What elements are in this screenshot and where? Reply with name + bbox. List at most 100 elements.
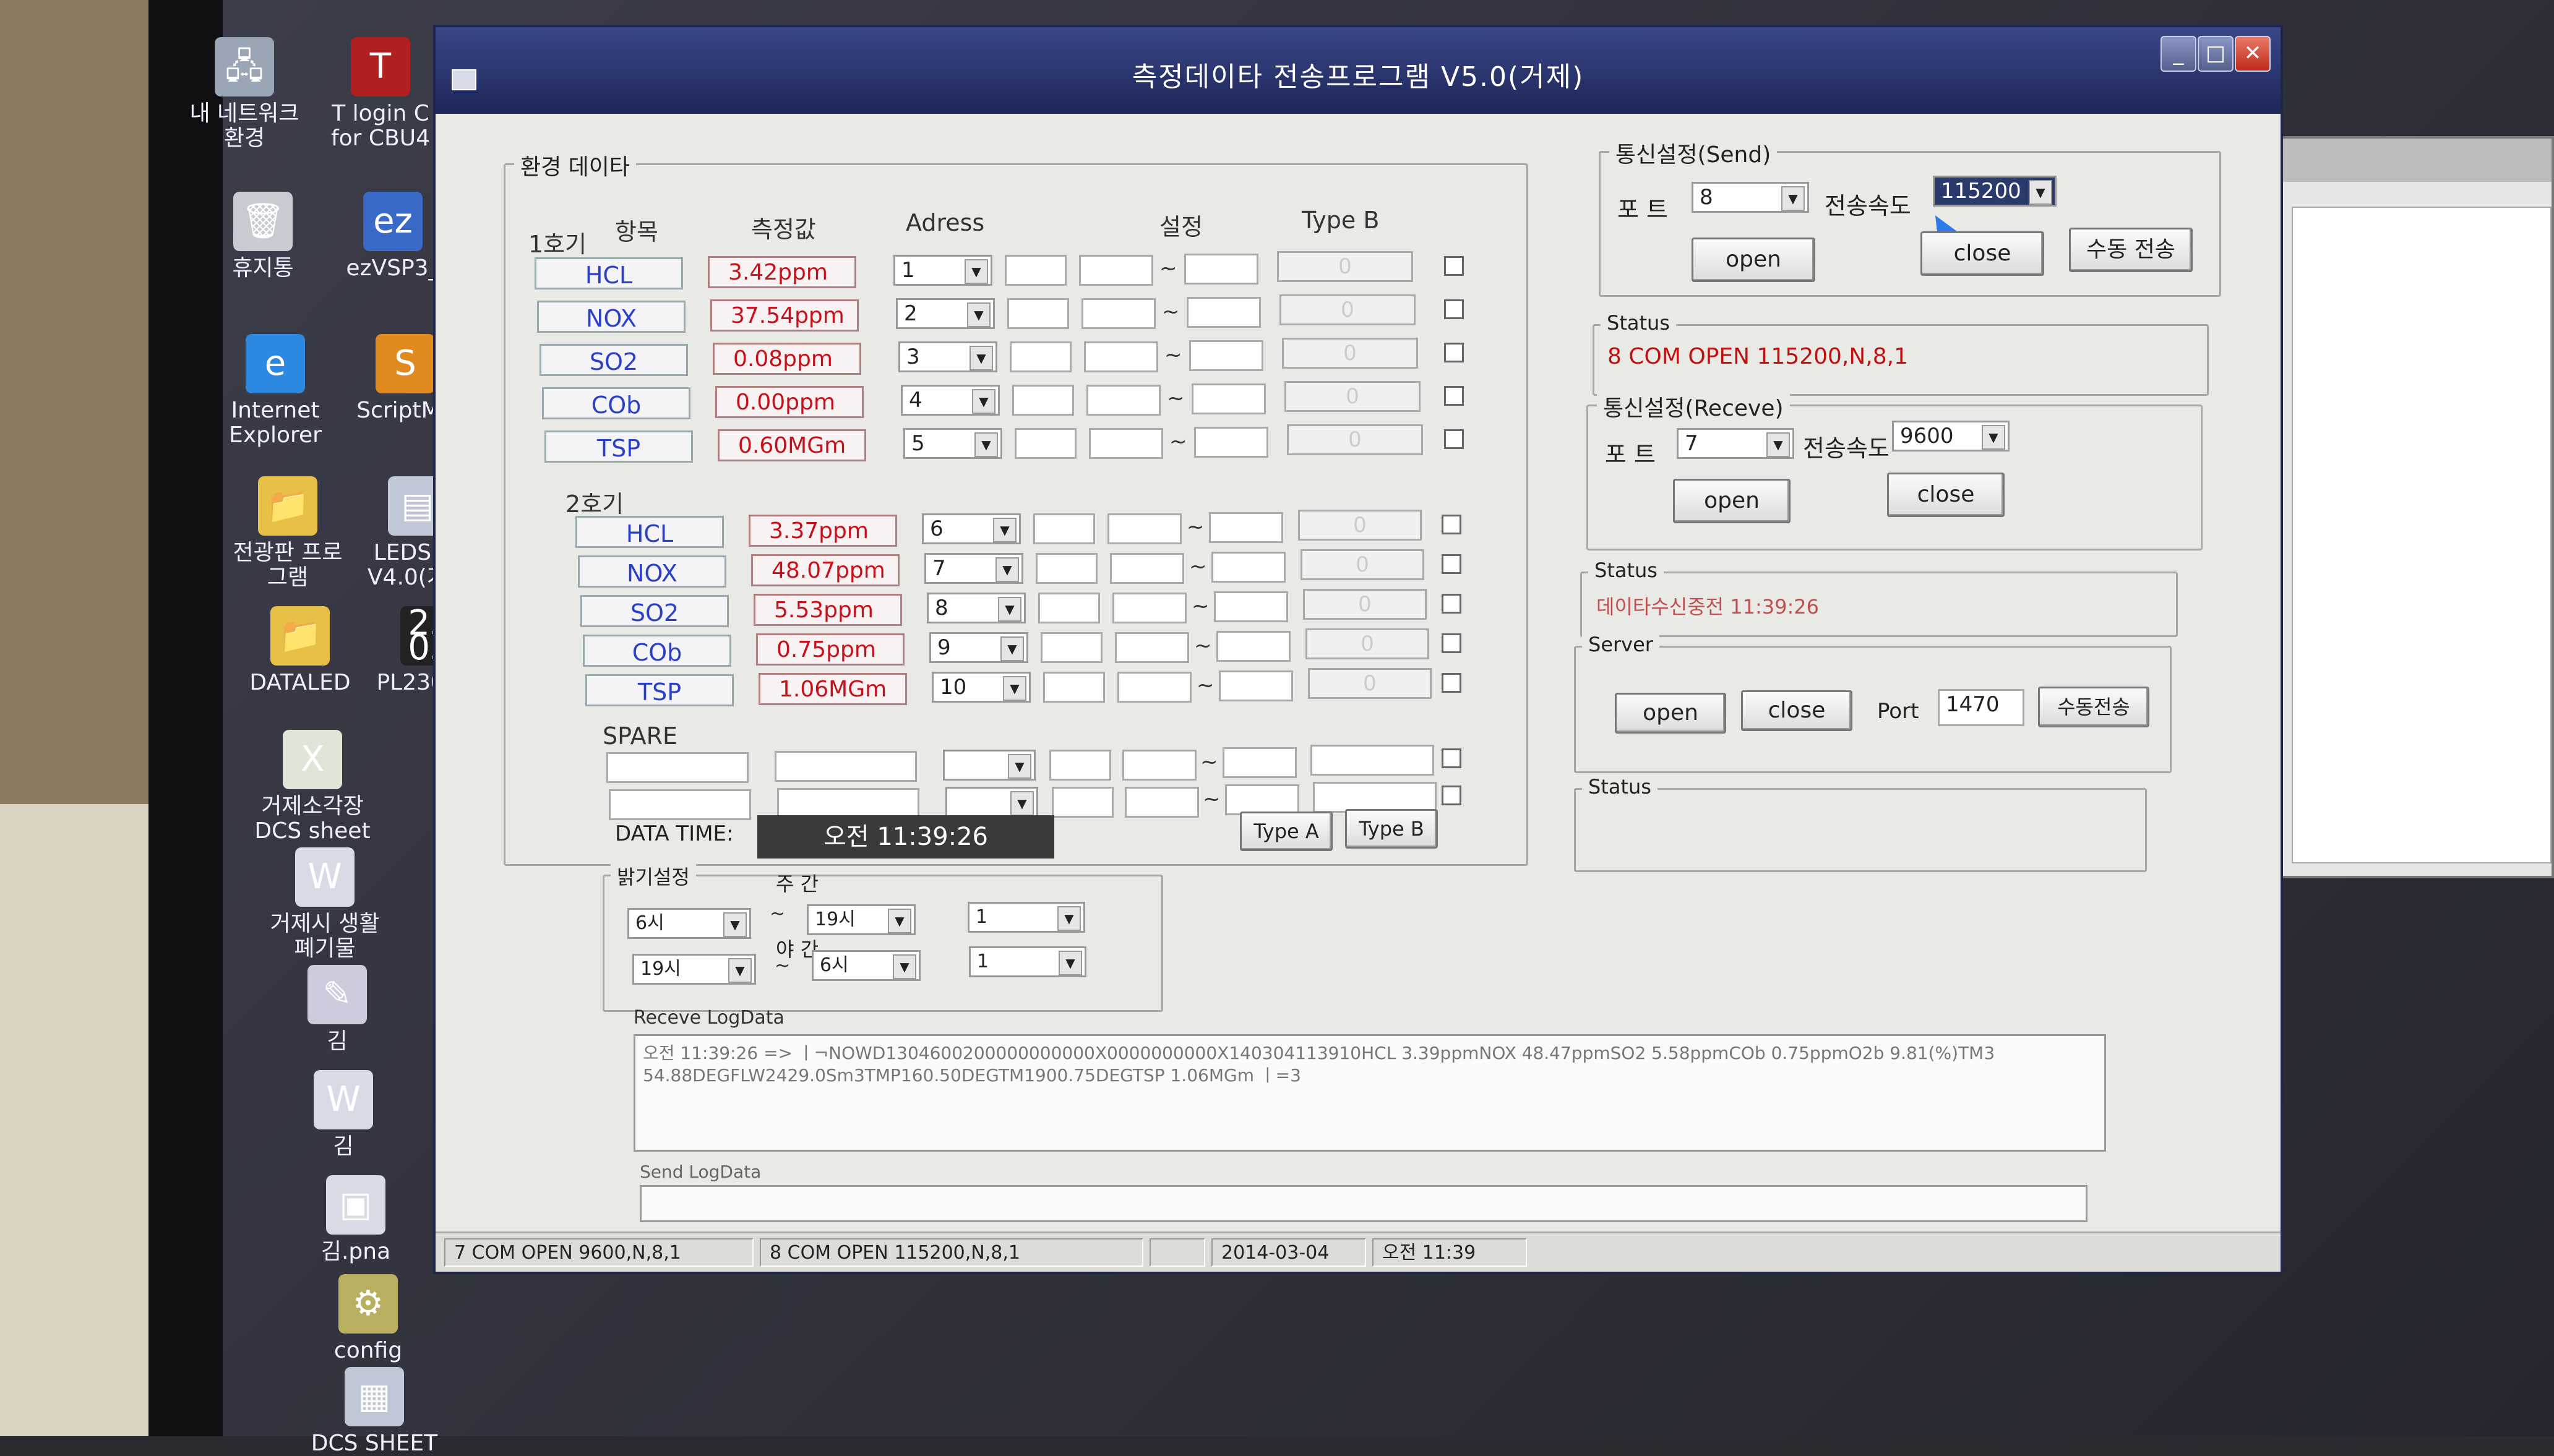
send-speed-select[interactable]: 115200 ▼	[1933, 176, 2057, 207]
row-checkbox[interactable]	[1442, 594, 1461, 614]
setting-field[interactable]	[1036, 553, 1098, 584]
type-a-button[interactable]: Type A	[1240, 812, 1333, 851]
send-close-button[interactable]: close	[1920, 231, 2044, 276]
receive-speed-select[interactable]: 9600 ▼	[1892, 421, 2010, 452]
setting-field[interactable]	[1038, 593, 1100, 623]
setting-field[interactable]	[1219, 670, 1293, 701]
desktop-icon-led-program[interactable]: 📁 전광판 프로그램	[223, 476, 353, 590]
setting-field[interactable]	[1081, 298, 1156, 329]
setting-field[interactable]	[1089, 428, 1163, 459]
server-open-button[interactable]: open	[1615, 693, 1726, 734]
chevron-down-icon[interactable]: ▼	[1003, 676, 1026, 701]
address-select[interactable]: 4 ▼	[901, 385, 1000, 416]
chevron-down-icon[interactable]: ▼	[993, 518, 1017, 542]
desktop-icon-recycle-bin[interactable]: 🗑 휴지통	[198, 192, 328, 281]
receive-log-area[interactable]: 오전 11:39:26 => ㅣ¬NOWD1304600200000000000…	[634, 1034, 2106, 1152]
address-select[interactable]: 3 ▼	[898, 341, 997, 372]
row-checkbox[interactable]	[1444, 429, 1464, 449]
setting-field[interactable]	[1214, 591, 1288, 622]
manual-send-button[interactable]: 수동 전송	[2069, 228, 2193, 272]
typeb-field[interactable]: 0	[1305, 628, 1429, 659]
receive-close-button[interactable]: close	[1887, 473, 2005, 517]
server-close-button[interactable]: close	[1741, 690, 1852, 731]
type-b-button[interactable]: Type B	[1345, 809, 1438, 849]
chevron-down-icon[interactable]: ▼	[728, 958, 752, 983]
setting-field[interactable]	[1041, 632, 1103, 663]
send-port-select[interactable]: 8 ▼	[1692, 182, 1809, 213]
row-checkbox[interactable]	[1442, 633, 1461, 653]
desktop-icon-dcs-sheet[interactable]: X 거제소각장 DCS sheet	[247, 730, 377, 844]
chevron-down-icon[interactable]: ▼	[998, 597, 1021, 622]
send-log-area[interactable]	[640, 1185, 2087, 1222]
typeb-field[interactable]: 0	[1303, 589, 1427, 620]
chevron-down-icon[interactable]: ▼	[1008, 754, 1031, 779]
typeb-field[interactable]: 0	[1301, 549, 1424, 580]
setting-field[interactable]	[1086, 385, 1161, 416]
setting-field[interactable]	[1187, 297, 1261, 328]
desktop-icon-kim-1[interactable]: ✎ 김	[272, 965, 402, 1054]
send-open-button[interactable]: open	[1692, 238, 1815, 282]
setting-field[interactable]	[1225, 784, 1299, 815]
setting-field[interactable]	[1216, 631, 1291, 662]
setting-field[interactable]	[1079, 255, 1153, 286]
setting-field[interactable]	[1107, 513, 1182, 544]
night-level-select[interactable]: 1 ▼	[969, 946, 1086, 977]
chevron-down-icon[interactable]: ▼	[1982, 425, 2005, 450]
chevron-down-icon[interactable]: ▼	[1057, 906, 1081, 931]
close-window-button[interactable]: ✕	[2235, 36, 2271, 72]
row-checkbox[interactable]	[1442, 673, 1461, 693]
setting-field[interactable]	[1115, 632, 1189, 663]
typeb-field[interactable]: 0	[1284, 381, 1421, 412]
setting-field[interactable]	[1209, 512, 1283, 543]
desktop-icon-config[interactable]: ⚙ config	[303, 1274, 433, 1363]
typeb-field[interactable]: 0	[1279, 294, 1416, 325]
typeb-field[interactable]: 0	[1282, 338, 1418, 369]
receive-port-select[interactable]: 7 ▼	[1677, 428, 1794, 459]
setting-field[interactable]	[1007, 298, 1069, 329]
typeb-field[interactable]: 0	[1277, 251, 1413, 282]
row-checkbox[interactable]	[1442, 554, 1461, 574]
row-checkbox[interactable]	[1444, 386, 1464, 406]
row-checkbox[interactable]	[1442, 515, 1461, 534]
setting-field[interactable]	[1112, 593, 1187, 623]
chevron-down-icon[interactable]: ▼	[1059, 951, 1082, 975]
address-select[interactable]: 5 ▼	[903, 428, 1002, 459]
minimize-button[interactable]: _	[2161, 36, 2196, 72]
typeb-field[interactable]: 0	[1298, 510, 1422, 541]
row-checkbox[interactable]	[1442, 748, 1461, 768]
address-select[interactable]: 7 ▼	[924, 553, 1023, 584]
receive-open-button[interactable]: open	[1673, 479, 1791, 523]
spare-name-field[interactable]	[609, 789, 751, 820]
address-select[interactable]: 1 ▼	[893, 255, 992, 286]
spare-value-field[interactable]	[775, 751, 917, 782]
row-checkbox[interactable]	[1444, 299, 1464, 319]
setting-field[interactable]	[1084, 341, 1158, 372]
setting-field[interactable]	[1223, 747, 1297, 778]
chevron-down-icon[interactable]: ▼	[967, 302, 991, 327]
typeb-field[interactable]	[1310, 745, 1434, 776]
desktop-icon-kim-2[interactable]: W 김	[278, 1070, 408, 1159]
night-end-select[interactable]: 6시 ▼	[812, 950, 921, 981]
row-checkbox[interactable]	[1442, 786, 1461, 805]
desktop-icon-tlogin[interactable]: T T login C for CBU4	[316, 37, 445, 151]
spare-address-select[interactable]: ▼	[945, 787, 1038, 818]
desktop-icon-dcs-sheet-2[interactable]: ▦ DCS SHEET	[309, 1367, 439, 1456]
address-select[interactable]: 9 ▼	[929, 632, 1028, 663]
desktop-icon-waste[interactable]: W 거제시 생활폐기물	[260, 847, 390, 961]
desktop-icon-network[interactable]: 🖧 내 네트워크 환경	[179, 37, 309, 151]
chevron-down-icon[interactable]: ▼	[888, 909, 911, 933]
setting-field[interactable]	[1122, 750, 1197, 781]
chevron-down-icon[interactable]: ▼	[893, 954, 916, 979]
desktop-icon-kim-pna[interactable]: ▣ 김.pna	[291, 1175, 421, 1264]
typeb-field[interactable]: 0	[1287, 424, 1423, 455]
background-window[interactable]	[2277, 136, 2554, 878]
row-checkbox[interactable]	[1444, 343, 1464, 362]
chevron-down-icon[interactable]: ▼	[1000, 636, 1024, 661]
chevron-down-icon[interactable]: ▼	[965, 259, 988, 284]
chevron-down-icon[interactable]: ▼	[1010, 791, 1034, 816]
setting-field[interactable]	[1125, 787, 1199, 818]
spare-address-select[interactable]: ▼	[943, 750, 1036, 781]
setting-field[interactable]	[1033, 513, 1095, 544]
setting-field[interactable]	[1189, 340, 1263, 371]
desktop-icon-dataled[interactable]: 📁 DATALED	[235, 606, 365, 695]
